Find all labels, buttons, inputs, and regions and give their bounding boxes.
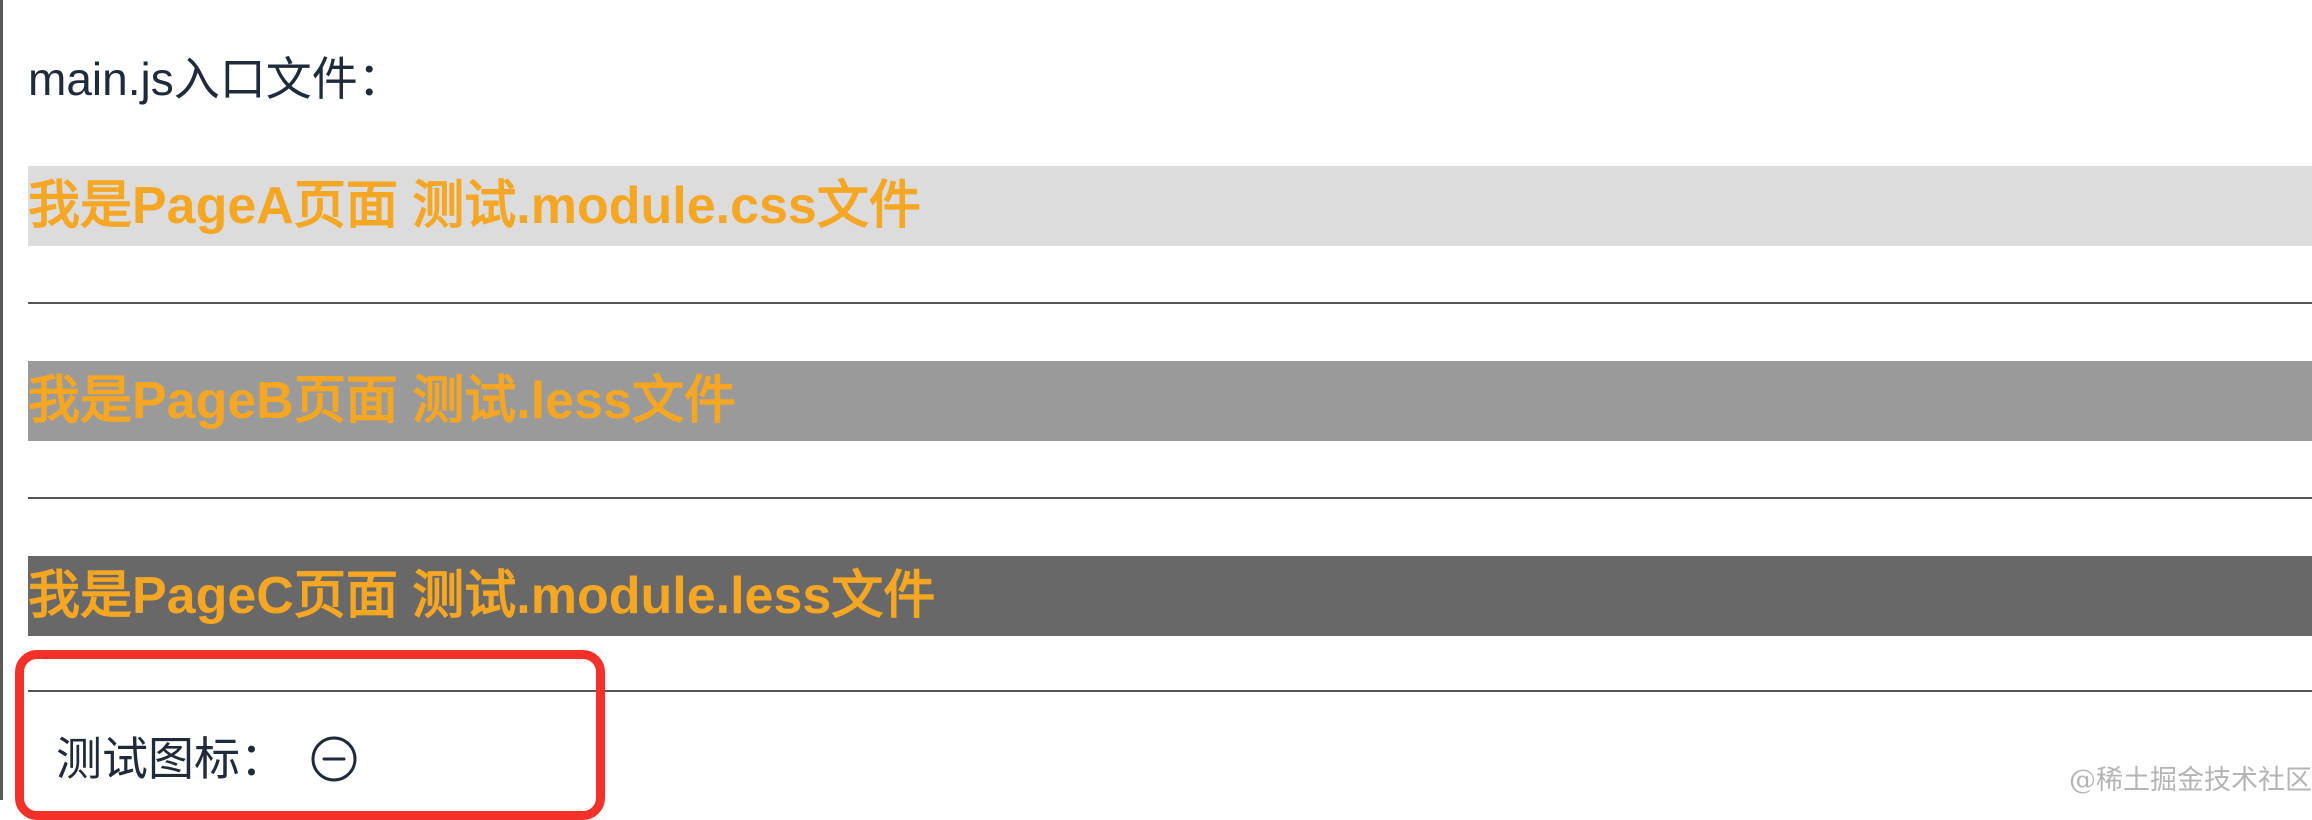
- highlight-annotation-box: [15, 650, 605, 820]
- entry-file-label: main.js入口文件：: [28, 53, 404, 105]
- watermark: @稀土掘金技术社区: [2069, 765, 2312, 796]
- page-c-section: 我是PageC页面 测试.module.less文件: [28, 556, 2312, 636]
- page-a-title: 我是PageA页面 测试.module.css文件: [28, 177, 921, 235]
- window-left-edge: [0, 0, 3, 800]
- divider: [28, 497, 2312, 499]
- page-b-title: 我是PageB页面 测试.less文件: [28, 372, 736, 430]
- divider: [28, 302, 2312, 304]
- page-a-section: 我是PageA页面 测试.module.css文件: [28, 166, 2312, 246]
- page-b-section: 我是PageB页面 测试.less文件: [28, 361, 2312, 441]
- page-c-title: 我是PageC页面 测试.module.less文件: [28, 567, 936, 625]
